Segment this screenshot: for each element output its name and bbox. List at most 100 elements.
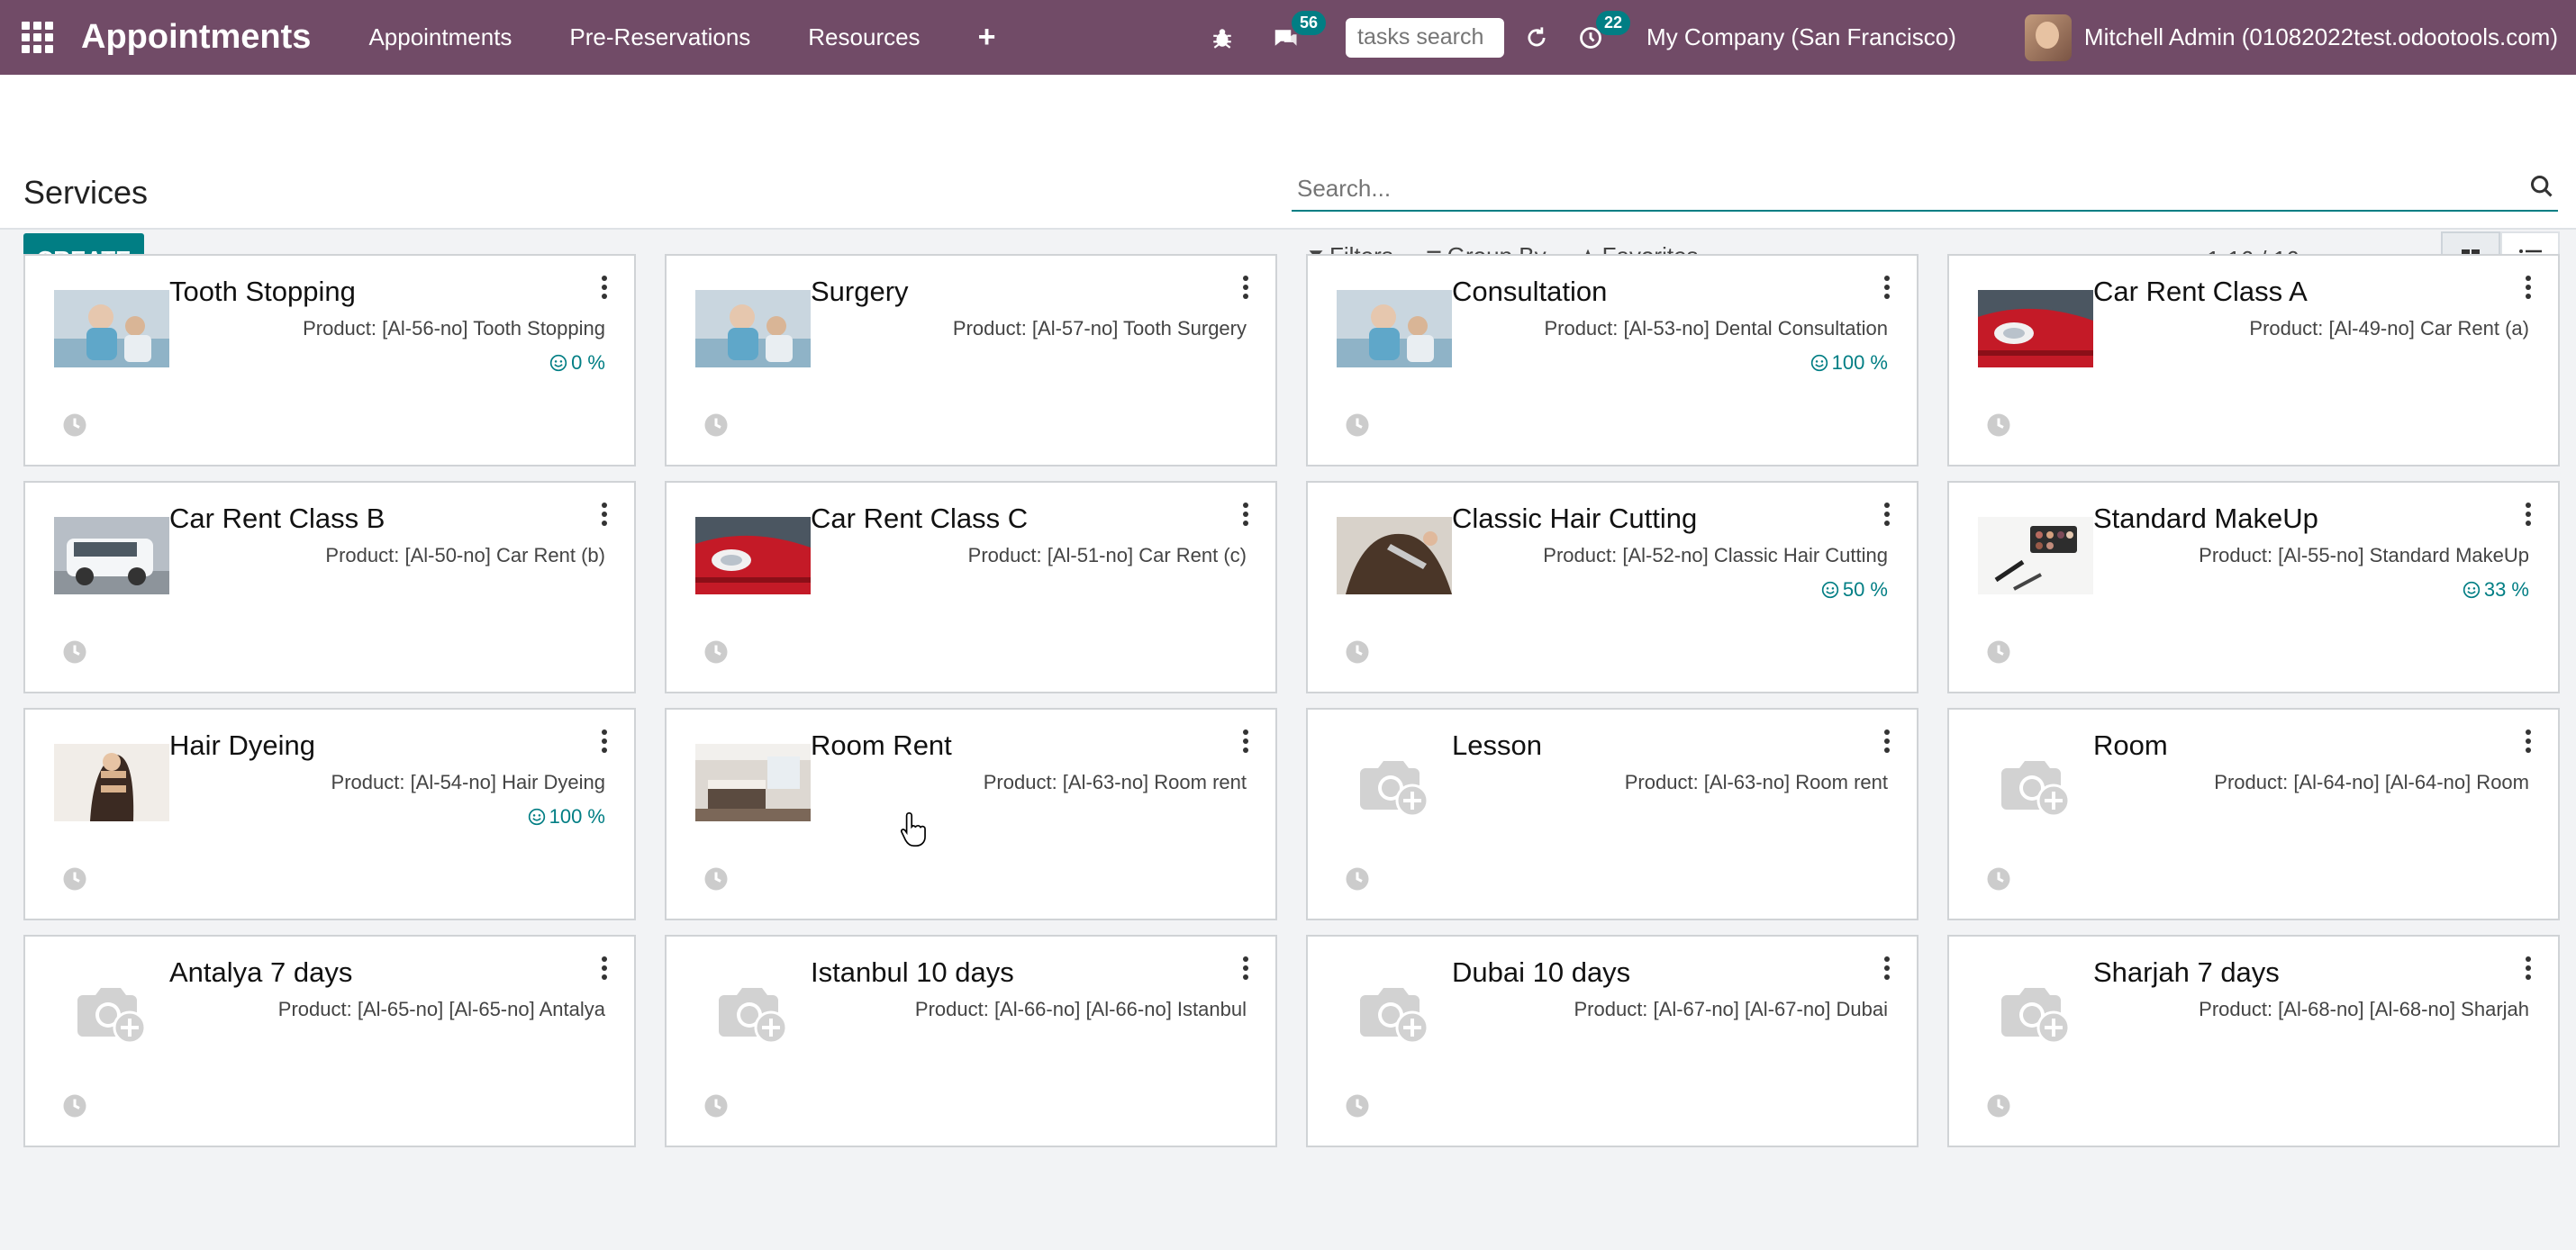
activity-clock-icon[interactable]: 22 <box>1578 10 1631 50</box>
card-menu-icon[interactable] <box>1241 503 1250 526</box>
control-panel: Services CREATE Filters Group By Favorit… <box>0 75 2576 285</box>
service-card[interactable]: Car Rent Class B Product: [Al-50-no] Car … <box>23 481 636 693</box>
activity-clock-icon[interactable] <box>1344 865 1371 897</box>
card-menu-icon[interactable] <box>2524 276 2533 299</box>
search-input[interactable] <box>1292 174 2529 203</box>
service-title: Car Rent Class B <box>169 503 385 534</box>
card-menu-icon[interactable] <box>1241 729 1250 753</box>
refresh-icon[interactable] <box>1524 25 1549 50</box>
card-menu-icon[interactable] <box>2524 729 2533 753</box>
service-product: Product: [Al-68-no] [Al-68-no] Sharjah <box>2199 998 2529 1020</box>
service-card[interactable]: Room Product: [Al-64-no] [Al-64-no] Room <box>1947 708 2560 920</box>
service-title: Surgery <box>811 276 909 307</box>
company-switcher[interactable]: My Company (San Francisco) <box>1646 23 1956 51</box>
systray: 56 22 My Company (San Francisco) Mitchel… <box>1211 0 2558 75</box>
activity-clock-icon[interactable] <box>1985 639 2012 670</box>
service-card[interactable]: Istanbul 10 days Product: [Al-66-no] [Al-… <box>665 935 1277 1147</box>
app-brand[interactable]: Appointments <box>81 18 311 57</box>
card-menu-icon[interactable] <box>2524 956 2533 980</box>
service-card[interactable]: Sharjah 7 days Product: [Al-68-no] [Al-68… <box>1947 935 2560 1147</box>
activity-clock-icon[interactable] <box>1344 639 1371 670</box>
card-menu-icon[interactable] <box>2524 503 2533 526</box>
service-card[interactable]: Hair Dyeing Product: [Al-54-no] Hair Dyei… <box>23 708 636 920</box>
card-menu-icon[interactable] <box>600 276 609 299</box>
chat-count-badge: 56 <box>1292 10 1327 35</box>
service-product: Product: [Al-52-no] Classic Hair Cutting <box>1543 544 1888 566</box>
user-name: Mitchell Admin (01082022test.odootools.c… <box>2083 23 2558 50</box>
service-title: Classic Hair Cutting <box>1452 503 1698 534</box>
service-rating: 0 % <box>549 351 605 375</box>
activity-clock-icon[interactable] <box>61 1092 88 1124</box>
service-card[interactable]: Tooth Stopping Product: [Al-56-no] Tooth … <box>23 254 636 466</box>
service-card[interactable]: Lesson Product: [Al-63-no] Room rent <box>1306 708 1918 920</box>
service-product: Product: [Al-54-no] Hair Dyeing <box>331 771 605 793</box>
service-product: Product: [Al-64-no] [Al-64-no] Room <box>2214 771 2529 793</box>
card-menu-icon[interactable] <box>1241 956 1250 980</box>
service-card[interactable]: Consultation Product: [Al-53-no] Dental C… <box>1306 254 1918 466</box>
camera-placeholder-icon <box>1337 744 1452 821</box>
service-card[interactable]: Standard MakeUp Product: [Al-55-no] Stand… <box>1947 481 2560 693</box>
card-menu-icon[interactable] <box>1241 276 1250 299</box>
card-menu-icon[interactable] <box>1882 276 1891 299</box>
card-menu-icon[interactable] <box>1882 729 1891 753</box>
card-menu-icon[interactable] <box>1882 503 1891 526</box>
search-icon[interactable] <box>2529 174 2554 204</box>
service-image <box>695 744 811 821</box>
service-product: Product: [Al-49-no] Car Rent (a) <box>2249 317 2529 340</box>
service-title: Sharjah 7 days <box>2093 956 2280 988</box>
menu-pre-reservations[interactable]: Pre-Reservations <box>569 23 750 51</box>
activity-clock-icon[interactable] <box>1344 1092 1371 1124</box>
service-rating: 50 % <box>1821 578 1888 602</box>
activity-clock-icon[interactable] <box>1985 1092 2012 1124</box>
tasks-search-input[interactable] <box>1346 17 1505 58</box>
service-image <box>54 290 169 367</box>
service-card[interactable]: Car Rent Class A Product: [Al-49-no] Car … <box>1947 254 2560 466</box>
user-menu[interactable]: Mitchell Admin (01082022test.odootools.c… <box>2024 14 2558 61</box>
card-menu-icon[interactable] <box>600 503 609 526</box>
apps-grid-icon[interactable] <box>22 21 54 54</box>
activity-clock-icon[interactable] <box>1344 412 1371 443</box>
smiley-icon <box>549 354 567 372</box>
service-title: Lesson <box>1452 729 1542 761</box>
rating-value: 0 % <box>571 351 605 374</box>
activity-clock-icon[interactable] <box>703 1092 730 1124</box>
add-menu-button[interactable]: + <box>978 20 996 55</box>
service-product: Product: [Al-55-no] Standard MakeUp <box>2199 544 2529 566</box>
activity-clock-icon[interactable] <box>1985 412 2012 443</box>
card-menu-icon[interactable] <box>600 956 609 980</box>
service-product: Product: [Al-63-no] Room rent <box>1624 771 1888 793</box>
rating-value: 100 % <box>1831 351 1888 374</box>
activity-clock-icon[interactable] <box>61 865 88 897</box>
service-card[interactable]: Antalya 7 days Product: [Al-65-no] [Al-65… <box>23 935 636 1147</box>
service-card[interactable]: Car Rent Class C Product: [Al-51-no] Car … <box>665 481 1277 693</box>
service-title: Car Rent Class A <box>2093 276 2308 307</box>
service-card[interactable]: Classic Hair Cutting Product: [Al-52-no] … <box>1306 481 1918 693</box>
service-card[interactable]: Room Rent Product: [Al-63-no] Room rent <box>665 708 1277 920</box>
card-menu-icon[interactable] <box>1882 956 1891 980</box>
activity-clock-icon[interactable] <box>703 639 730 670</box>
activity-clock-icon[interactable] <box>1985 865 2012 897</box>
menu-appointments[interactable]: Appointments <box>368 23 512 51</box>
chat-icon[interactable]: 56 <box>1272 10 1327 50</box>
card-menu-icon[interactable] <box>600 729 609 753</box>
camera-placeholder-icon <box>1337 971 1452 1048</box>
service-card[interactable]: Surgery Product: [Al-57-no] Tooth Surgery <box>665 254 1277 466</box>
service-title: Room Rent <box>811 729 952 761</box>
debug-bug-icon[interactable] <box>1211 26 1234 50</box>
activity-clock-icon[interactable] <box>703 865 730 897</box>
service-image <box>695 517 811 594</box>
activity-clock-icon[interactable] <box>703 412 730 443</box>
service-product: Product: [Al-56-no] Tooth Stopping <box>303 317 605 340</box>
camera-placeholder-icon <box>695 971 811 1048</box>
smiley-icon <box>2463 581 2481 599</box>
service-title: Standard MakeUp <box>2093 503 2318 534</box>
rating-value: 100 % <box>549 805 605 828</box>
activity-clock-icon[interactable] <box>61 412 88 443</box>
top-navbar: Appointments Appointments Pre-Reservatio… <box>0 0 2576 75</box>
activity-clock-icon[interactable] <box>61 639 88 670</box>
service-image <box>1337 517 1452 594</box>
service-card[interactable]: Dubai 10 days Product: [Al-67-no] [Al-67-… <box>1306 935 1918 1147</box>
page-title: Services <box>23 174 149 211</box>
menu-resources[interactable]: Resources <box>808 23 920 51</box>
service-product: Product: [Al-51-no] Car Rent (c) <box>967 544 1247 566</box>
